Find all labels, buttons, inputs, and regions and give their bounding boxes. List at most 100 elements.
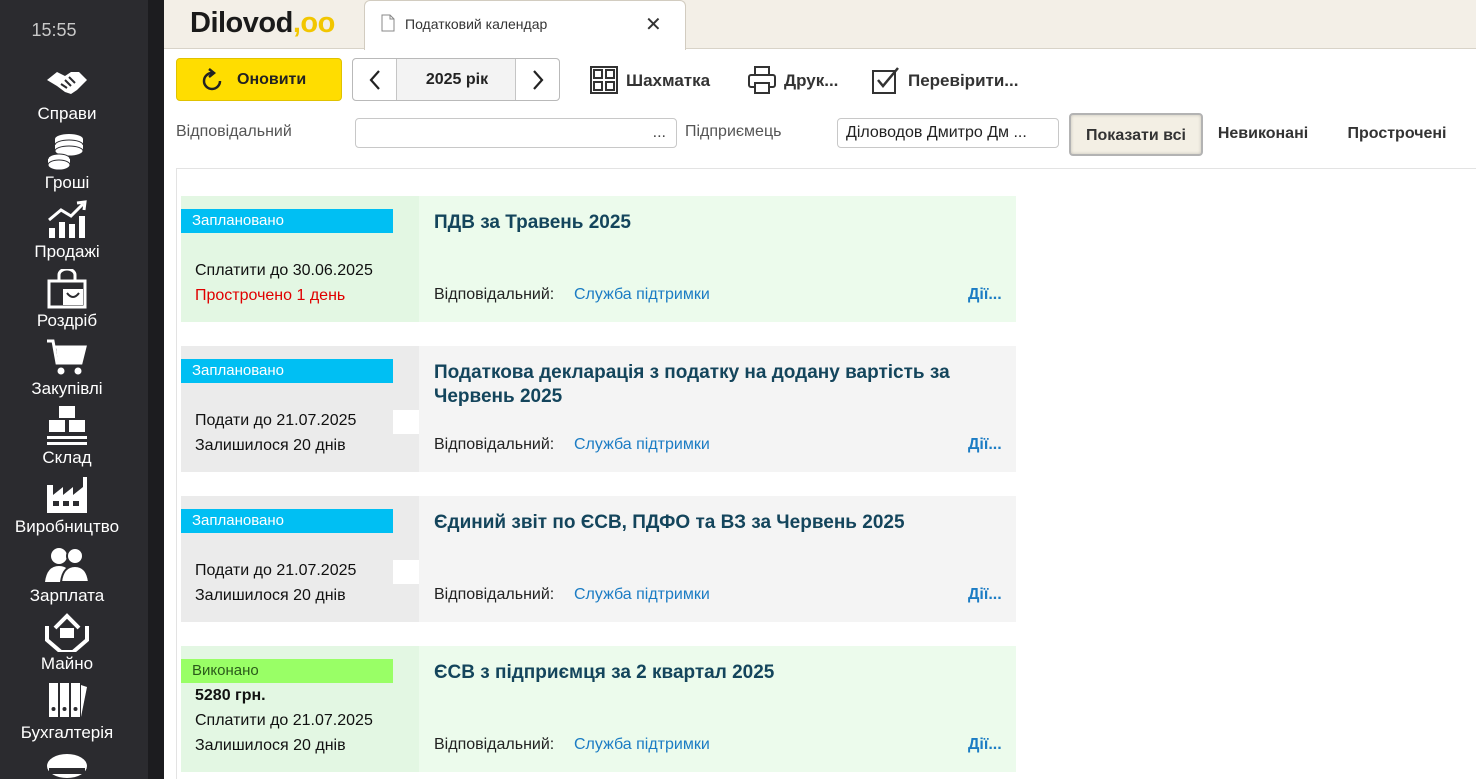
nav-label: Роздріб xyxy=(36,311,98,330)
binders-icon xyxy=(49,683,87,717)
card-remaining: Прострочено 1 день xyxy=(195,287,346,304)
toolbar: Оновити 2025 рік Шахматка Друк... Переві… xyxy=(164,50,1476,168)
app-logo[interactable]: Dilovod,oo xyxy=(190,7,335,40)
card-status-panel: Заплановано Сплатити до 30.06.2025 Прост… xyxy=(181,196,419,322)
nav-label: Зарплата xyxy=(29,586,105,605)
card-title[interactable]: Податкова декларація з податку на додану… xyxy=(434,361,1004,409)
next-year-button[interactable] xyxy=(515,59,559,100)
card-body: Податкова декларація з податку на додану… xyxy=(419,346,1016,472)
card-actions-link[interactable]: Дії... xyxy=(968,586,1002,604)
chevron-right-icon xyxy=(533,70,544,90)
responsible-picker-dots[interactable]: ... xyxy=(653,124,666,142)
sidebar-edge xyxy=(148,0,164,779)
nav-item-warehouse[interactable]: Склад xyxy=(0,406,134,475)
grid-icon xyxy=(590,66,618,94)
card-responsible-link[interactable]: Служба підтримки xyxy=(574,586,710,604)
card-responsible-link[interactable]: Служба підтримки xyxy=(574,286,710,304)
nav-item-accounting[interactable]: Бухгалтерія xyxy=(0,681,134,750)
overdue-button[interactable]: Прострочені xyxy=(1332,113,1462,156)
refresh-button[interactable]: Оновити xyxy=(176,58,342,101)
shopping-bag-icon xyxy=(47,269,87,309)
document-icon xyxy=(381,14,395,32)
card-body: Єдиний звіт по ЄСВ, ПДФО та ВЗ за Червен… xyxy=(419,496,1016,622)
calendar-card: Заплановано Подати до 21.07.2025 Залишил… xyxy=(181,346,1016,472)
entrepreneur-label: Підприємець xyxy=(685,123,782,140)
printer-icon xyxy=(748,66,776,94)
status-badge: Заплановано xyxy=(181,359,393,383)
nav-label: Склад xyxy=(42,448,92,467)
shopping-cart-icon xyxy=(47,339,87,375)
entrepreneur-value: Діловодов Дмитро Дм ... xyxy=(846,124,1027,141)
status-badge: Заплановано xyxy=(181,209,393,233)
tax-calendar-list: Заплановано Сплатити до 30.06.2025 Прост… xyxy=(176,168,1476,779)
grid-view-label: Шахматка xyxy=(626,71,711,90)
refresh-icon xyxy=(202,68,222,91)
clock: 15:55 xyxy=(31,20,77,40)
check-button[interactable]: Перевірити... xyxy=(872,66,1032,96)
card-title[interactable]: ПДВ за Травень 2025 xyxy=(434,211,1004,235)
status-badge: Виконано xyxy=(181,659,393,683)
card-notch xyxy=(393,560,419,584)
nav-item-purchases[interactable]: Закупівлі xyxy=(0,337,134,406)
grid-view-button[interactable]: Шахматка xyxy=(590,66,720,96)
nav-item-money[interactable]: Гроші xyxy=(0,131,134,200)
card-actions-link[interactable]: Дії... xyxy=(968,736,1002,754)
check-label: Перевірити... xyxy=(908,71,1019,90)
previous-year-button[interactable] xyxy=(353,59,397,100)
calendar-card: Заплановано Сплатити до 30.06.2025 Прост… xyxy=(181,196,1016,322)
nav-item-salary[interactable]: Зарплата xyxy=(0,544,134,613)
nav-item-retail[interactable]: Роздріб xyxy=(0,269,134,338)
property-hands-icon xyxy=(45,613,89,652)
card-status-panel: Заплановано Подати до 21.07.2025 Залишил… xyxy=(181,346,419,472)
nav-item-more[interactable] xyxy=(0,750,134,779)
card-responsible-label: Відповідальний: xyxy=(434,286,555,303)
entrepreneur-input[interactable]: Діловодов Дмитро Дм ... xyxy=(837,118,1059,148)
card-responsible-label: Відповідальний: xyxy=(434,436,555,453)
card-responsible-link[interactable]: Служба підтримки xyxy=(574,736,710,754)
nav-label: Виробництво xyxy=(14,517,120,536)
card-actions-link[interactable]: Дії... xyxy=(968,286,1002,304)
card-remaining: Залишилося 20 днів xyxy=(195,737,346,754)
card-amount: 5280 грн. xyxy=(195,687,266,704)
card-notch xyxy=(393,410,419,434)
nav-label: Гроші xyxy=(44,173,90,192)
print-button[interactable]: Друк... xyxy=(748,66,848,96)
coins-icon xyxy=(47,134,84,171)
year-switcher: 2025 рік xyxy=(352,58,560,101)
nav-item-property[interactable]: Майно xyxy=(0,612,134,681)
sales-chart-icon xyxy=(48,200,87,238)
card-deadline: Сплатити до 21.07.2025 xyxy=(195,712,373,729)
close-icon[interactable]: ✕ xyxy=(645,12,662,37)
sidebar: 15:55 Справи Гроші Продажі Роздріб Закуп… xyxy=(0,0,148,779)
status-badge: Заплановано xyxy=(181,509,393,533)
card-responsible-label: Відповідальний: xyxy=(434,736,555,753)
responsible-input[interactable]: ... xyxy=(355,118,677,148)
responsible-label: Відповідальний xyxy=(176,123,292,140)
nav-item-affairs[interactable]: Справи xyxy=(0,62,134,131)
cap-icon xyxy=(47,754,87,778)
card-title[interactable]: Єдиний звіт по ЄСВ, ПДФО та ВЗ за Червен… xyxy=(434,511,1004,535)
card-body: ПДВ за Травень 2025 Відповідальний: Служ… xyxy=(419,196,1016,322)
card-status-panel: Заплановано Подати до 21.07.2025 Залишил… xyxy=(181,496,419,622)
card-responsible-link[interactable]: Служба підтримки xyxy=(574,436,710,454)
calendar-card: Виконано 5280 грн. Сплатити до 21.07.202… xyxy=(181,646,1016,772)
card-deadline: Сплатити до 30.06.2025 xyxy=(195,262,373,279)
card-title[interactable]: ЄСВ з підприємця за 2 квартал 2025 xyxy=(434,661,1004,685)
card-actions-link[interactable]: Дії... xyxy=(968,436,1002,454)
checkbox-icon xyxy=(872,67,899,94)
nav-label: Продажі xyxy=(34,242,100,261)
card-remaining: Залишилося 20 днів xyxy=(195,587,346,604)
nav-label: Майно xyxy=(40,654,94,673)
unfinished-button[interactable]: Невиконані xyxy=(1204,113,1322,156)
nav-item-sales[interactable]: Продажі xyxy=(0,200,134,269)
tab-tax-calendar[interactable]: Податковий календар ✕ xyxy=(364,0,686,50)
card-status-panel: Виконано 5280 грн. Сплатити до 21.07.202… xyxy=(181,646,419,772)
card-remaining: Залишилося 20 днів xyxy=(195,437,346,454)
warehouse-boxes-icon xyxy=(47,406,87,445)
nav-label: Закупівлі xyxy=(31,379,103,398)
logo-text: Dilovod xyxy=(190,7,293,39)
show-all-button[interactable]: Показати всі xyxy=(1069,113,1203,156)
card-body: ЄСВ з підприємця за 2 квартал 2025 Відпо… xyxy=(419,646,1016,772)
tab-title: Податковий календар xyxy=(405,16,548,32)
nav-item-production[interactable]: Виробництво xyxy=(0,475,134,544)
